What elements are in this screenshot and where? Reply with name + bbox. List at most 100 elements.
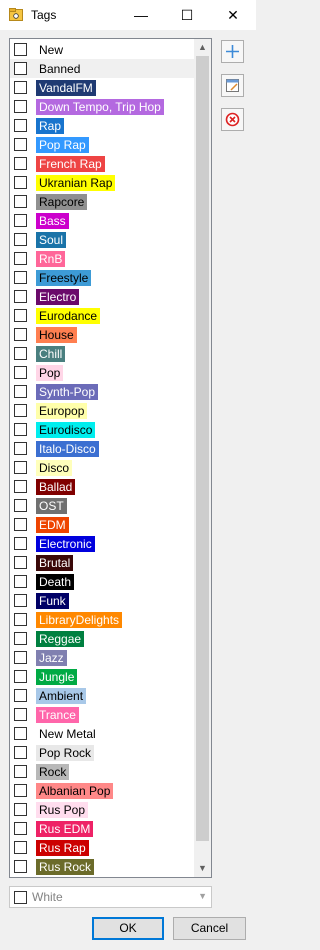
tag-row[interactable]: Eurodisco	[10, 420, 196, 439]
tag-checkbox[interactable]	[14, 347, 27, 360]
tag-checkbox[interactable]	[14, 841, 27, 854]
tag-checkbox[interactable]	[14, 404, 27, 417]
tag-row[interactable]: Trance	[10, 705, 196, 724]
tag-checkbox[interactable]	[14, 62, 27, 75]
tag-row[interactable]: OST	[10, 496, 196, 515]
tag-checkbox[interactable]	[14, 271, 27, 284]
tag-checkbox[interactable]	[14, 252, 27, 265]
tag-row[interactable]: LibraryDelights	[10, 610, 196, 629]
tag-checkbox[interactable]	[14, 423, 27, 436]
tag-row[interactable]: Rus EDM	[10, 819, 196, 838]
tag-row[interactable]: Italo-Disco	[10, 439, 196, 458]
delete-tag-button[interactable]	[221, 108, 244, 131]
tag-checkbox[interactable]	[14, 138, 27, 151]
tag-checkbox[interactable]	[14, 613, 27, 626]
tag-checkbox[interactable]	[14, 290, 27, 303]
tag-row[interactable]: Rock	[10, 762, 196, 781]
tag-checkbox[interactable]	[14, 233, 27, 246]
tag-checkbox[interactable]	[14, 803, 27, 816]
tag-checkbox[interactable]	[14, 575, 27, 588]
tag-checkbox[interactable]	[14, 594, 27, 607]
minimize-button[interactable]: —	[118, 0, 164, 30]
tag-checkbox[interactable]	[14, 822, 27, 835]
tag-row[interactable]: Chill	[10, 344, 196, 363]
scroll-thumb[interactable]	[196, 56, 209, 841]
tag-row[interactable]: House	[10, 325, 196, 344]
tag-row[interactable]: Banned	[10, 59, 196, 78]
tag-row[interactable]: Electronic	[10, 534, 196, 553]
tag-row[interactable]: Albanian Pop	[10, 781, 196, 800]
tag-row[interactable]: Electro	[10, 287, 196, 306]
tag-row[interactable]: French Rap	[10, 154, 196, 173]
tag-checkbox[interactable]	[14, 670, 27, 683]
tag-checkbox[interactable]	[14, 651, 27, 664]
tag-checkbox[interactable]	[14, 499, 27, 512]
tag-row[interactable]: Pop Rap	[10, 135, 196, 154]
tag-row[interactable]: Death	[10, 572, 196, 591]
tag-checkbox[interactable]	[14, 461, 27, 474]
tag-row[interactable]: Jazz	[10, 648, 196, 667]
tag-checkbox[interactable]	[14, 119, 27, 132]
tag-checkbox[interactable]	[14, 537, 27, 550]
color-select[interactable]: White ▼	[9, 886, 212, 908]
tag-row[interactable]: Rus Rap	[10, 838, 196, 857]
tag-row[interactable]: EDM	[10, 515, 196, 534]
tag-row[interactable]: Ballad	[10, 477, 196, 496]
tag-row[interactable]: Synth-Pop	[10, 382, 196, 401]
tag-row[interactable]: RnB	[10, 249, 196, 268]
tag-checkbox[interactable]	[14, 632, 27, 645]
edit-tag-button[interactable]	[221, 74, 244, 97]
vertical-scrollbar[interactable]: ▲ ▼	[194, 39, 211, 877]
cancel-button[interactable]: Cancel	[173, 917, 246, 940]
tag-checkbox[interactable]	[14, 100, 27, 113]
tag-checkbox[interactable]	[14, 746, 27, 759]
tag-row[interactable]: Jungle	[10, 667, 196, 686]
tag-row[interactable]: Down Tempo, Trip Hop	[10, 97, 196, 116]
tag-row[interactable]: Rap	[10, 116, 196, 135]
tag-checkbox[interactable]	[14, 176, 27, 189]
add-tag-button[interactable]	[221, 40, 244, 63]
tag-row[interactable]: Brutal	[10, 553, 196, 572]
tag-row[interactable]: Freestyle	[10, 268, 196, 287]
ok-button[interactable]: OK	[92, 917, 164, 940]
tag-checkbox[interactable]	[14, 43, 27, 56]
tag-checkbox[interactable]	[14, 708, 27, 721]
tag-row[interactable]: Bass	[10, 211, 196, 230]
tag-row[interactable]: New Metal	[10, 724, 196, 743]
maximize-button[interactable]: ☐	[164, 0, 210, 30]
tag-checkbox[interactable]	[14, 689, 27, 702]
tag-list[interactable]: Rus Rock Rus Rap Rus EDM Rus Pop Albanian Po…	[9, 38, 212, 878]
tag-row[interactable]: Rus Rock	[10, 857, 196, 876]
tag-row[interactable]: Ambient	[10, 686, 196, 705]
scroll-down-arrow-icon[interactable]: ▼	[194, 860, 211, 877]
tag-row[interactable]: Disco	[10, 458, 196, 477]
tag-checkbox[interactable]	[14, 214, 27, 227]
tag-row[interactable]: Soul	[10, 230, 196, 249]
tag-row[interactable]: Europop	[10, 401, 196, 420]
tag-row[interactable]: New	[10, 40, 196, 59]
tag-row[interactable]: VandalFM	[10, 78, 196, 97]
tag-checkbox[interactable]	[14, 309, 27, 322]
scroll-up-arrow-icon[interactable]: ▲	[194, 39, 211, 56]
close-button[interactable]: ✕	[210, 0, 256, 30]
tag-checkbox[interactable]	[14, 784, 27, 797]
tag-checkbox[interactable]	[14, 366, 27, 379]
tag-checkbox[interactable]	[14, 860, 27, 873]
tag-checkbox[interactable]	[14, 157, 27, 170]
tag-row[interactable]: Eurodance	[10, 306, 196, 325]
tag-checkbox[interactable]	[14, 518, 27, 531]
tag-row[interactable]: Funk	[10, 591, 196, 610]
tag-row[interactable]: Pop Rock	[10, 743, 196, 762]
tag-row[interactable]: Pop	[10, 363, 196, 382]
tag-checkbox[interactable]	[14, 81, 27, 94]
tag-row[interactable]: Reggae	[10, 629, 196, 648]
tag-checkbox[interactable]	[14, 480, 27, 493]
tag-checkbox[interactable]	[14, 442, 27, 455]
tag-checkbox[interactable]	[14, 765, 27, 778]
tag-checkbox[interactable]	[14, 195, 27, 208]
tag-checkbox[interactable]	[14, 556, 27, 569]
tag-checkbox[interactable]	[14, 328, 27, 341]
tag-row[interactable]: Ukranian Rap	[10, 173, 196, 192]
tag-row[interactable]: Rus Pop	[10, 800, 196, 819]
tag-checkbox[interactable]	[14, 727, 27, 740]
